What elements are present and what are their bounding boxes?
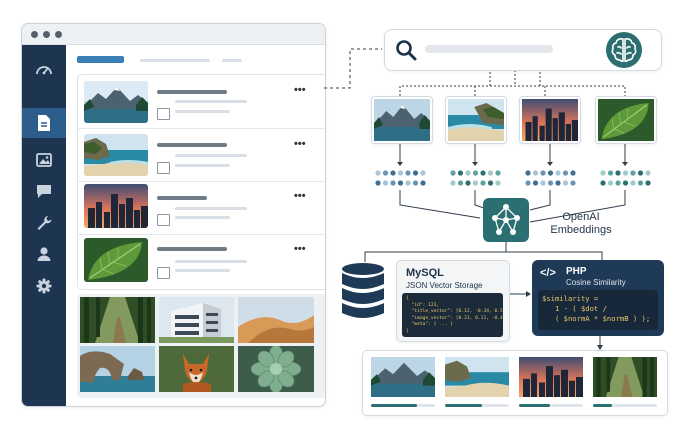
vector-dot (615, 180, 621, 186)
vector-dot (555, 170, 561, 176)
json-line: "title_vector": [0.12, -0.34, 0.56, ...]… (411, 309, 503, 315)
vector-dot (412, 170, 419, 176)
vector-dot (645, 170, 651, 176)
vector-dot (420, 170, 426, 176)
vector-dot (480, 170, 486, 176)
vector-dot (645, 180, 651, 186)
vector-dot (465, 170, 471, 176)
php-subtitle: Cosine Similarity (566, 278, 626, 287)
vector-dot (450, 180, 456, 186)
query-image (371, 96, 433, 144)
vector-dot (600, 180, 606, 186)
vector-dot (472, 180, 479, 186)
relevance-bar (519, 404, 583, 407)
vector-dot (637, 170, 644, 176)
vector-dot (600, 170, 606, 176)
vector-dot (472, 170, 479, 176)
relevance-bar-fill (519, 404, 550, 407)
vector-dot (562, 180, 569, 186)
code-icon: </> (540, 267, 556, 279)
brain-icon (606, 32, 642, 68)
vector-dot (375, 170, 381, 176)
vector-embeddings (375, 170, 651, 186)
vector-dot (457, 180, 464, 186)
vector-dot (630, 180, 636, 186)
vector-dot (532, 180, 539, 186)
vector-dot (412, 180, 419, 186)
vector-dot (420, 180, 426, 186)
vector-dot (547, 180, 554, 186)
json-line: "meta": { ... } (406, 322, 454, 328)
query-image (445, 96, 507, 144)
vector-dot (570, 180, 576, 186)
result-item[interactable] (593, 357, 657, 397)
vector-dot (480, 180, 486, 186)
vector-dot (465, 180, 471, 186)
mysql-card: MySQL JSON Vector Storage { "id": 123, "… (396, 260, 510, 342)
vector-dot (390, 170, 396, 176)
vector-dot (487, 180, 494, 186)
relevance-bar (371, 404, 435, 407)
vector-dot (382, 180, 389, 186)
vector-dot (450, 170, 456, 176)
mysql-subtitle: JSON Vector Storage (406, 281, 483, 290)
vector-dot (375, 180, 381, 186)
php-code-line: 1 - ( $dot / (542, 304, 607, 313)
vector-dot (540, 180, 546, 186)
php-title: PHP (566, 266, 587, 277)
relevance-bar (445, 404, 509, 407)
vector-dot (487, 170, 494, 176)
php-code-line: ( $normA * $normB ) ); (542, 314, 651, 323)
search-icon[interactable] (395, 39, 417, 61)
embedding-service-label: OpenAI Embeddings (550, 211, 612, 236)
vector-dot (525, 180, 531, 186)
query-image (595, 96, 657, 144)
vector-dot (622, 170, 629, 176)
vector-dot (615, 170, 621, 176)
result-item[interactable] (445, 357, 509, 397)
mysql-title: MySQL (406, 267, 444, 279)
vector-dot (637, 180, 644, 186)
database-icon (342, 263, 384, 318)
vector-dot (630, 170, 636, 176)
json-line: { (406, 296, 409, 301)
vector-dot (562, 170, 569, 176)
php-code-line: $similarity = (542, 294, 599, 303)
relevance-bar-fill (371, 404, 418, 407)
vector-dot (495, 180, 501, 186)
result-item[interactable] (371, 357, 435, 397)
vector-dot (532, 170, 539, 176)
search-bar[interactable] (384, 29, 662, 71)
vector-dot (555, 180, 561, 186)
search-input[interactable] (425, 45, 553, 53)
vector-dot (405, 180, 411, 186)
query-image (519, 96, 581, 144)
json-line: } (406, 328, 409, 334)
vector-dot (622, 180, 629, 186)
result-item[interactable] (519, 357, 583, 397)
relevance-bar-fill (593, 404, 613, 407)
vector-dot (495, 170, 501, 176)
relevance-bar-fill (445, 404, 483, 407)
relevance-bar (593, 404, 657, 407)
json-snippet: { "id": 123, "title_vector": [0.12, -0.3… (402, 293, 503, 337)
vector-dot (390, 180, 396, 186)
vector-dot (570, 170, 576, 176)
vector-dot (540, 170, 546, 176)
search-results-panel (362, 350, 668, 416)
php-card: </> PHP Cosine Similarity $similarity = … (532, 260, 664, 336)
vector-dot (405, 170, 411, 176)
vector-dot (382, 170, 389, 176)
vector-dot (397, 180, 404, 186)
vector-dot (397, 170, 404, 176)
vector-dot (607, 180, 614, 186)
vector-dot (525, 170, 531, 176)
php-code-snippet: $similarity = 1 - ( $dot / ( $normA * $n… (538, 290, 658, 330)
neural-network-icon (483, 198, 529, 242)
vector-dot (607, 170, 614, 176)
vector-dot (547, 170, 554, 176)
vector-dot (457, 170, 464, 176)
